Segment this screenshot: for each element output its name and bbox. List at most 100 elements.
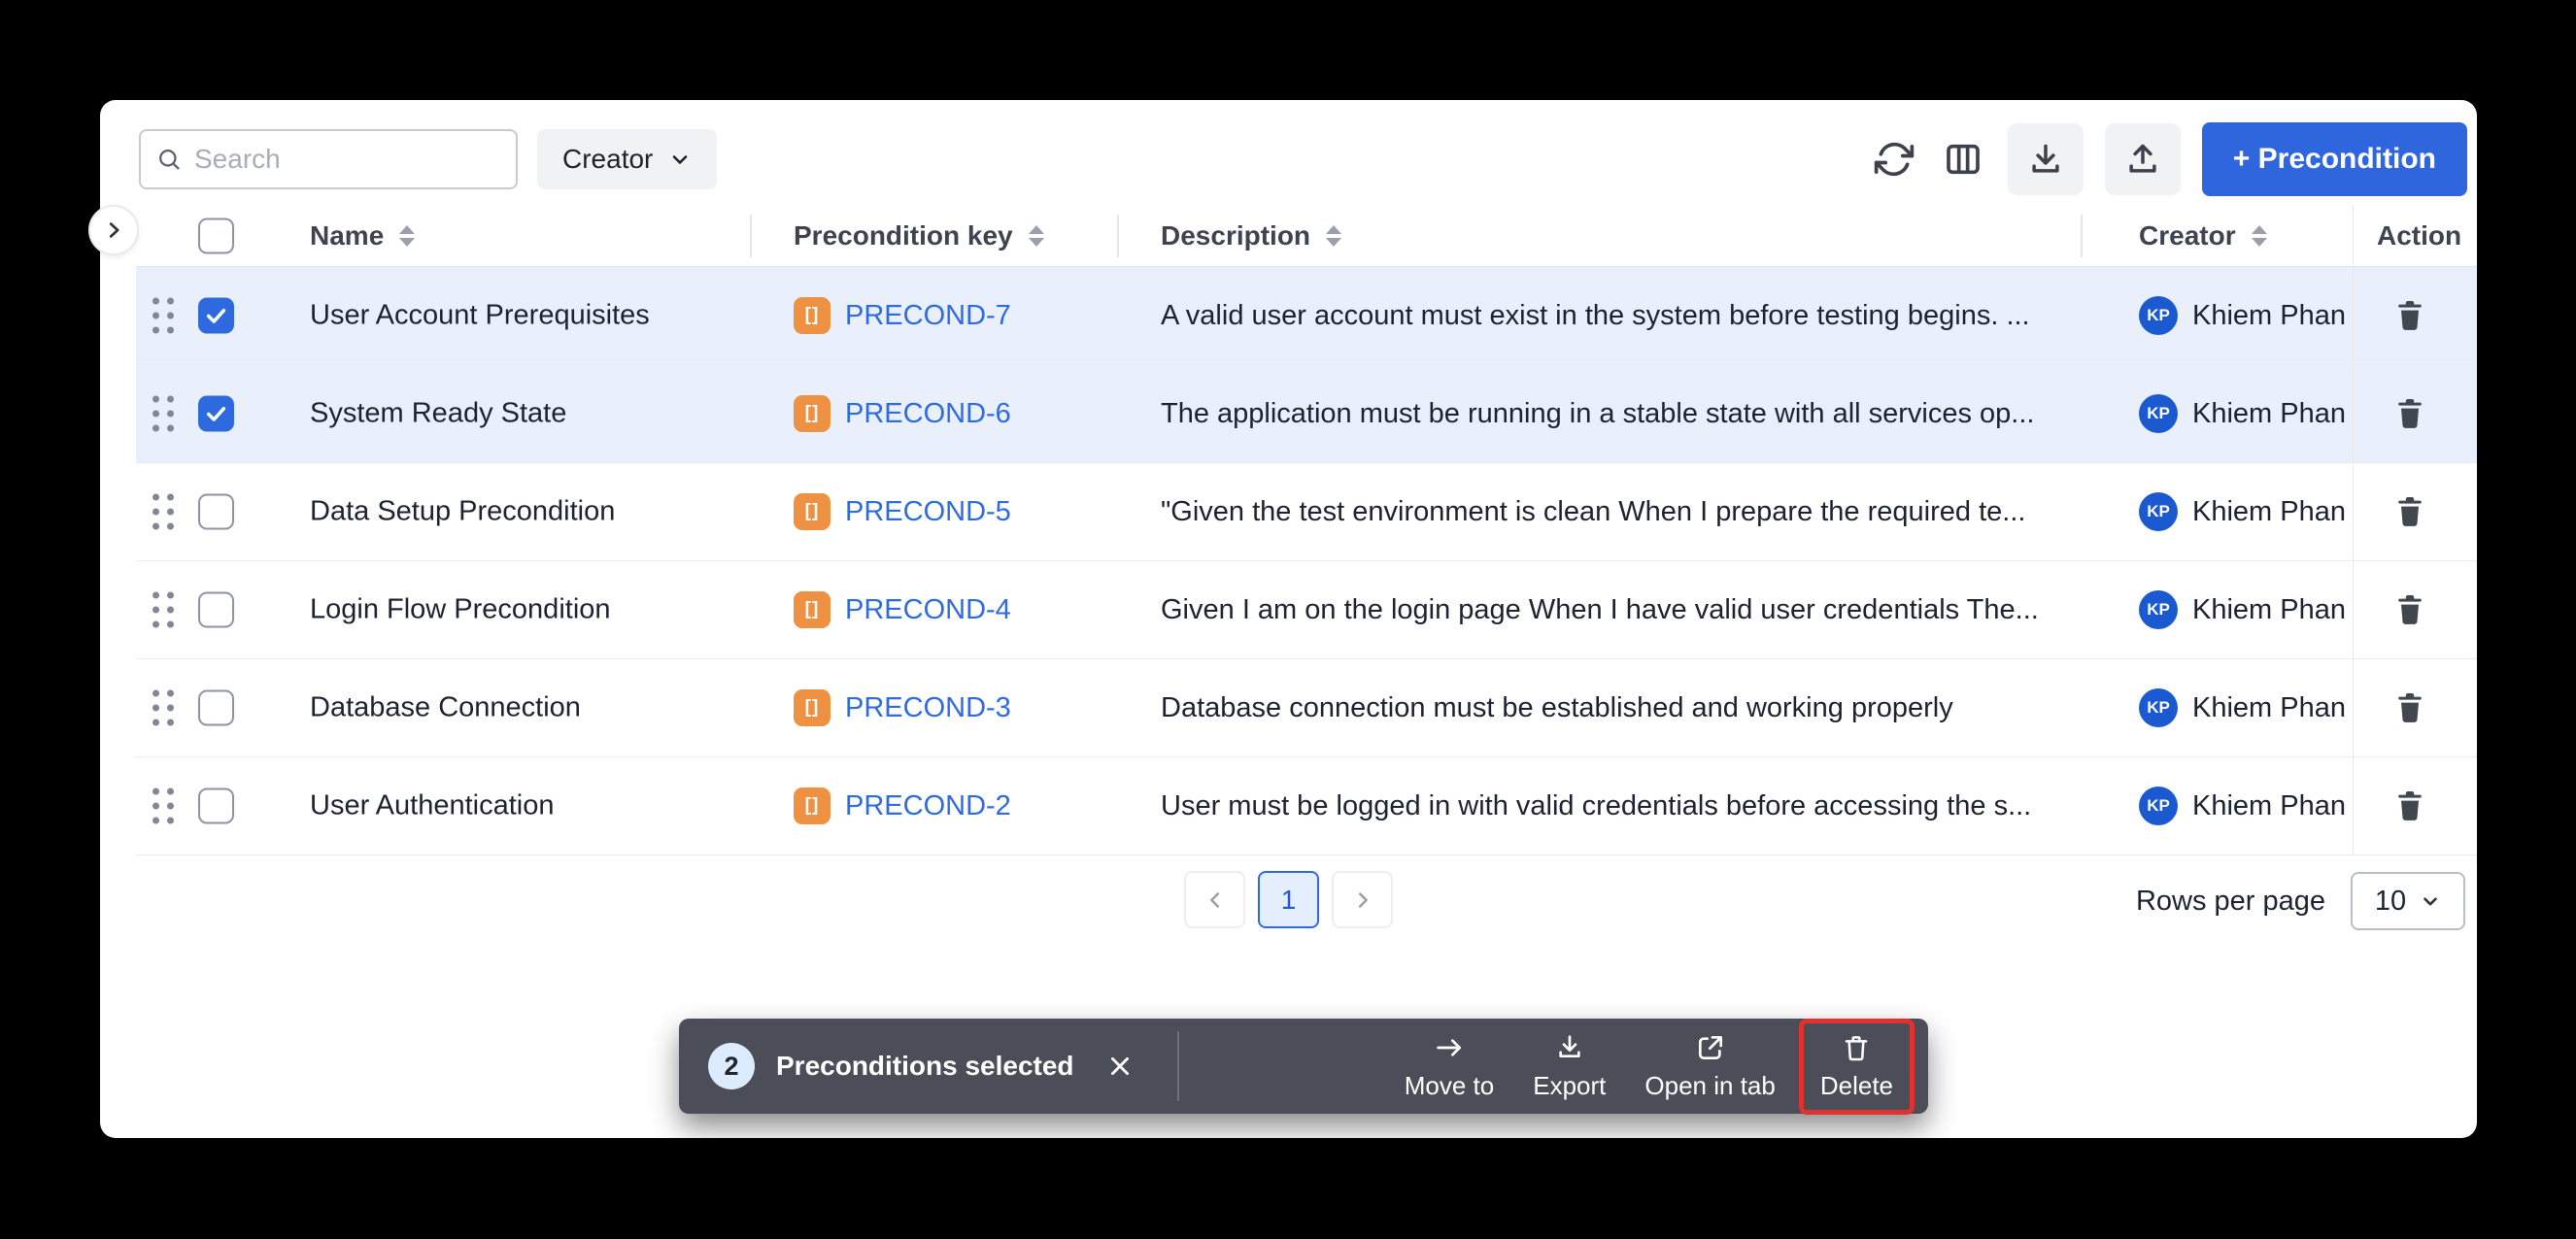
avatar: KP xyxy=(2139,688,2178,727)
name-cell: Data Setup Precondition xyxy=(136,463,750,560)
pagination: 1 xyxy=(100,871,2477,928)
row-checkbox[interactable] xyxy=(198,396,234,432)
chevron-right-icon xyxy=(103,219,124,241)
precondition-name: System Ready State xyxy=(310,398,566,430)
delete-row-button[interactable] xyxy=(2389,490,2431,533)
row-checkbox[interactable] xyxy=(198,592,234,628)
delete-row-button[interactable] xyxy=(2389,686,2431,729)
avatar: KP xyxy=(2139,394,2178,433)
name-cell: User Account Prerequisites xyxy=(136,267,750,364)
rows-per-page-select[interactable]: 10 xyxy=(2351,872,2465,930)
drag-handle-icon[interactable] xyxy=(153,592,174,628)
export-button[interactable] xyxy=(2105,123,2181,195)
description-cell: "Given the test environment is clean Whe… xyxy=(1117,463,2081,560)
drag-handle-icon[interactable] xyxy=(153,690,174,726)
table-row: Data Setup Precondition [] PRECOND-5 "Gi… xyxy=(136,463,2477,561)
row-checkbox[interactable] xyxy=(198,298,234,334)
action-cell xyxy=(2353,365,2477,462)
creator-filter-label: Creator xyxy=(562,144,653,175)
next-page-button[interactable] xyxy=(1332,871,1393,928)
search-box[interactable] xyxy=(139,129,518,189)
precondition-key-link[interactable]: PRECOND-3 xyxy=(845,692,1011,724)
description-cell: Given I am on the login page When I have… xyxy=(1117,561,2081,658)
sort-icon[interactable] xyxy=(1029,225,1044,247)
creator-cell: KP Khiem Phan xyxy=(2081,561,2353,658)
key-cell: [] PRECOND-4 xyxy=(750,561,1117,658)
precondition-key-link[interactable]: PRECOND-4 xyxy=(845,594,1011,626)
delete-selected-button[interactable]: Delete xyxy=(1799,1019,1915,1115)
columns-icon xyxy=(1944,140,1983,179)
trash-icon xyxy=(1841,1032,1872,1063)
selection-toolbar: 2 Preconditions selected Move to Export … xyxy=(679,1019,1928,1114)
delete-row-button[interactable] xyxy=(2389,588,2431,631)
creator-name: Khiem Phan xyxy=(2192,496,2346,528)
arrow-right-icon xyxy=(1434,1032,1465,1063)
selection-actions: Move to Export Open in tab Delete xyxy=(1389,1019,1915,1115)
trash-icon xyxy=(2392,396,2427,431)
row-checkbox[interactable] xyxy=(198,788,234,824)
app-background: { "topbar": { "search_placeholder": "Sea… xyxy=(0,0,2576,1239)
header-precondition-key[interactable]: Precondition key xyxy=(750,205,1117,266)
creator-filter-button[interactable]: Creator xyxy=(537,129,717,189)
drag-handle-icon[interactable] xyxy=(153,298,174,334)
import-button[interactable] xyxy=(2008,123,2084,195)
move-to-button[interactable]: Move to xyxy=(1389,1024,1510,1109)
row-checkbox[interactable] xyxy=(198,494,234,530)
precondition-description: Given I am on the login page When I have… xyxy=(1161,594,2039,626)
precondition-description: User must be logged in with valid creden… xyxy=(1161,790,2031,822)
open-in-tab-button[interactable]: Open in tab xyxy=(1629,1024,1790,1109)
key-cell: [] PRECOND-3 xyxy=(750,659,1117,756)
creator-name: Khiem Phan xyxy=(2192,594,2346,626)
trash-icon xyxy=(2392,592,2427,627)
key-cell: [] PRECOND-2 xyxy=(750,757,1117,854)
creator-name: Khiem Phan xyxy=(2192,790,2346,822)
header-creator[interactable]: Creator xyxy=(2081,205,2353,266)
download-icon xyxy=(1554,1032,1585,1063)
name-cell: System Ready State xyxy=(136,365,750,462)
preconditions-table: Name Precondition key Description Creato… xyxy=(136,205,2477,855)
precondition-key-link[interactable]: PRECOND-7 xyxy=(845,300,1011,332)
description-cell: The application must be running in a sta… xyxy=(1117,365,2081,462)
page-1-button[interactable]: 1 xyxy=(1258,871,1319,928)
description-cell: A valid user account must exist in the s… xyxy=(1117,267,2081,364)
search-input[interactable] xyxy=(194,144,500,175)
header-description[interactable]: Description xyxy=(1117,205,2081,266)
delete-row-button[interactable] xyxy=(2389,294,2431,337)
sort-icon[interactable] xyxy=(399,225,415,247)
divider xyxy=(1177,1031,1179,1101)
table-header: Name Precondition key Description Creato… xyxy=(136,205,2477,267)
refresh-button[interactable] xyxy=(1870,135,1918,184)
precondition-key-link[interactable]: PRECOND-2 xyxy=(845,790,1011,822)
precondition-name: Login Flow Precondition xyxy=(310,594,611,626)
sort-icon[interactable] xyxy=(1326,225,1341,247)
delete-row-button[interactable] xyxy=(2389,392,2431,435)
creator-name: Khiem Phan xyxy=(2192,300,2346,332)
header-name[interactable]: Name xyxy=(136,205,750,266)
columns-button[interactable] xyxy=(1940,136,1986,183)
key-cell: [] PRECOND-7 xyxy=(750,267,1117,364)
precondition-key-link[interactable]: PRECOND-5 xyxy=(845,496,1011,528)
close-icon xyxy=(1107,1054,1133,1079)
clear-selection-button[interactable] xyxy=(1102,1048,1138,1085)
search-icon xyxy=(156,147,183,173)
selection-count-badge: 2 xyxy=(708,1043,755,1089)
precondition-badge-icon: [] xyxy=(794,787,830,824)
row-checkbox[interactable] xyxy=(198,690,234,726)
refresh-icon xyxy=(1874,139,1915,180)
export-selected-button[interactable]: Export xyxy=(1517,1024,1621,1109)
precondition-name: User Account Prerequisites xyxy=(310,300,650,332)
drag-handle-icon[interactable] xyxy=(153,788,174,824)
drag-handle-icon[interactable] xyxy=(153,494,174,530)
creator-cell: KP Khiem Phan xyxy=(2081,267,2353,364)
previous-page-button[interactable] xyxy=(1184,871,1245,928)
move-to-label: Move to xyxy=(1405,1071,1495,1101)
export-label: Export xyxy=(1533,1071,1606,1101)
delete-row-button[interactable] xyxy=(2389,785,2431,827)
precondition-description: A valid user account must exist in the s… xyxy=(1161,300,2030,332)
select-all-checkbox[interactable] xyxy=(198,218,234,253)
add-precondition-button[interactable]: + Precondition xyxy=(2202,122,2467,196)
precondition-key-link[interactable]: PRECOND-6 xyxy=(845,398,1011,430)
sort-icon[interactable] xyxy=(2252,225,2267,247)
sidebar-expand-button[interactable] xyxy=(88,205,139,255)
drag-handle-icon[interactable] xyxy=(153,396,174,432)
